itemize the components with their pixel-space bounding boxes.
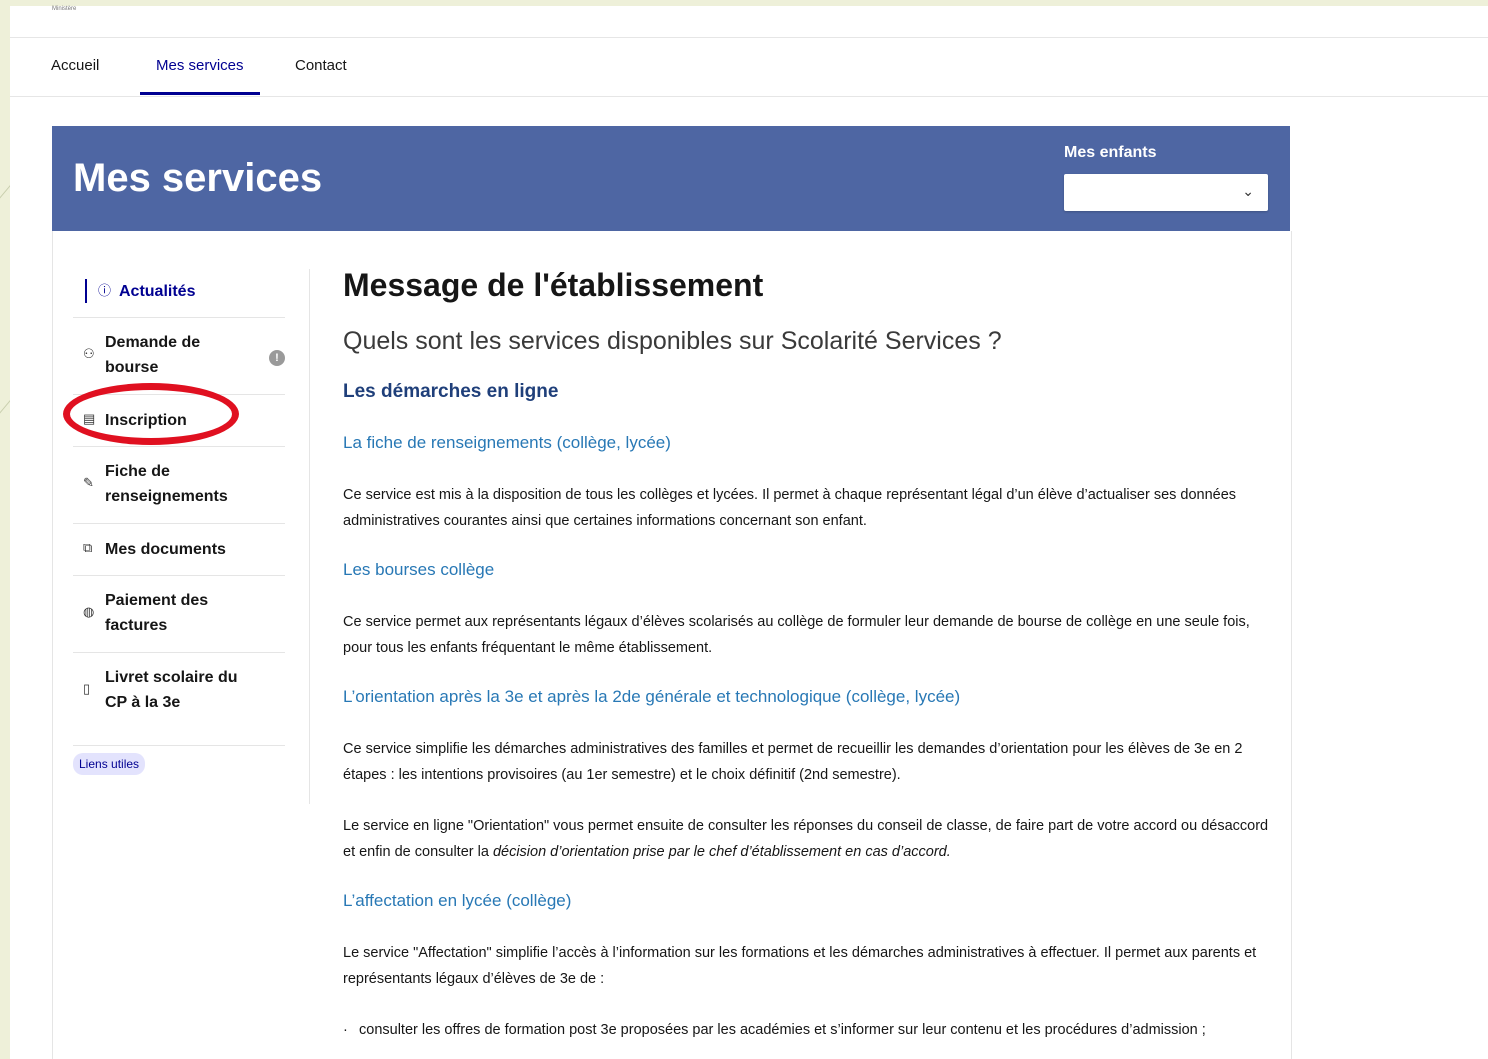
paragraph-italic-text: décision d’orientation prise par le chef… (492, 844, 951, 860)
sidebar-item-mes-documents[interactable]: ⧉ Mes documents (73, 524, 285, 576)
top-navigation: Accueil Mes services Contact (10, 37, 1488, 97)
sidebar-item-label: Fiche de renseignements (105, 463, 228, 505)
content-frame: ⓘ Actualités ⚇ Demande de bourse ! ▤ Ins… (52, 231, 1292, 1059)
paragraph: Le service en ligne "Orientation" vous p… (343, 813, 1273, 865)
sidebar-item-fiche-renseignements[interactable]: ✎ Fiche de renseignements (73, 447, 285, 524)
paragraph: Ce service permet aux représentants léga… (343, 614, 1250, 656)
sidebar-item-paiement-factures[interactable]: ◍ Paiement des factures (73, 576, 285, 653)
list-item-text: consulter les offres de formation post 3… (359, 1022, 1206, 1038)
bullet-mark: · (343, 1022, 348, 1038)
sidebar-item-livret-scolaire[interactable]: ▯ Livret scolaire du CP à la 3e (73, 653, 285, 746)
sidebar-item-label: Livret scolaire du CP à la 3e (105, 669, 238, 711)
paragraph: Le service "Affectation" simplifie l’acc… (343, 945, 1257, 987)
nav-contact[interactable]: Contact (295, 38, 347, 94)
sidebar-item-demande-bourse[interactable]: ⚇ Demande de bourse ! (73, 318, 285, 395)
link-fiche-renseignements[interactable]: La fiche de renseignements (collège, lyc… (343, 433, 671, 453)
paragraph: Ce service simplifie les démarches admin… (343, 741, 1243, 783)
edit-icon: ✎ (83, 475, 94, 490)
page: Ministère Accueil Mes services Contact M… (10, 6, 1488, 1059)
message-subtitle: Quels sont les services disponibles sur … (343, 327, 1002, 355)
sidebar-item-label: Paiement des factures (105, 592, 209, 634)
children-label: Mes enfants (1064, 144, 1157, 161)
link-orientation[interactable]: L’orientation après la 3e et après la 2d… (343, 687, 960, 707)
sidebar: ⓘ Actualités ⚇ Demande de bourse ! ▤ Ins… (63, 261, 285, 746)
logo: Ministère (52, 6, 77, 12)
nav-mes-services[interactable]: Mes services (156, 38, 244, 94)
sidebar-item-label: Demande de bourse (105, 334, 201, 376)
book-icon: ▯ (83, 681, 91, 696)
coin-icon: ◍ (83, 604, 95, 619)
active-indicator (85, 279, 87, 303)
services-banner: Mes services Mes enfants ⌄ (52, 126, 1290, 231)
sidebar-divider (309, 269, 310, 804)
nav-accueil[interactable]: Accueil (51, 38, 99, 94)
link-affectation-lycee[interactable]: L’affectation en lycée (collège) (343, 891, 571, 911)
children-select[interactable]: ⌄ (1064, 174, 1268, 211)
chevron-down-icon: ⌄ (1242, 183, 1254, 199)
page-title: Mes services (73, 156, 323, 200)
nav-active-underline (140, 92, 260, 95)
files-icon: ⧉ (83, 540, 93, 555)
useful-links-badge[interactable]: Liens utiles (73, 753, 146, 775)
sidebar-item-label: Actualités (119, 283, 196, 300)
sidebar-item-label: Mes documents (105, 541, 226, 558)
section-title: Les démarches en ligne (343, 381, 559, 402)
sidebar-item-actualites[interactable]: ⓘ Actualités (73, 261, 285, 318)
paragraph: Ce service est mis à la disposition de t… (343, 487, 1237, 529)
message-title: Message de l'établissement (343, 267, 764, 303)
highlight-circle-annotation (63, 383, 239, 445)
info-icon[interactable]: ! (269, 350, 285, 366)
link-bourses-college[interactable]: Les bourses collège (343, 560, 494, 580)
family-icon: ⚇ (83, 346, 95, 361)
info-circle-icon: ⓘ (98, 283, 112, 298)
